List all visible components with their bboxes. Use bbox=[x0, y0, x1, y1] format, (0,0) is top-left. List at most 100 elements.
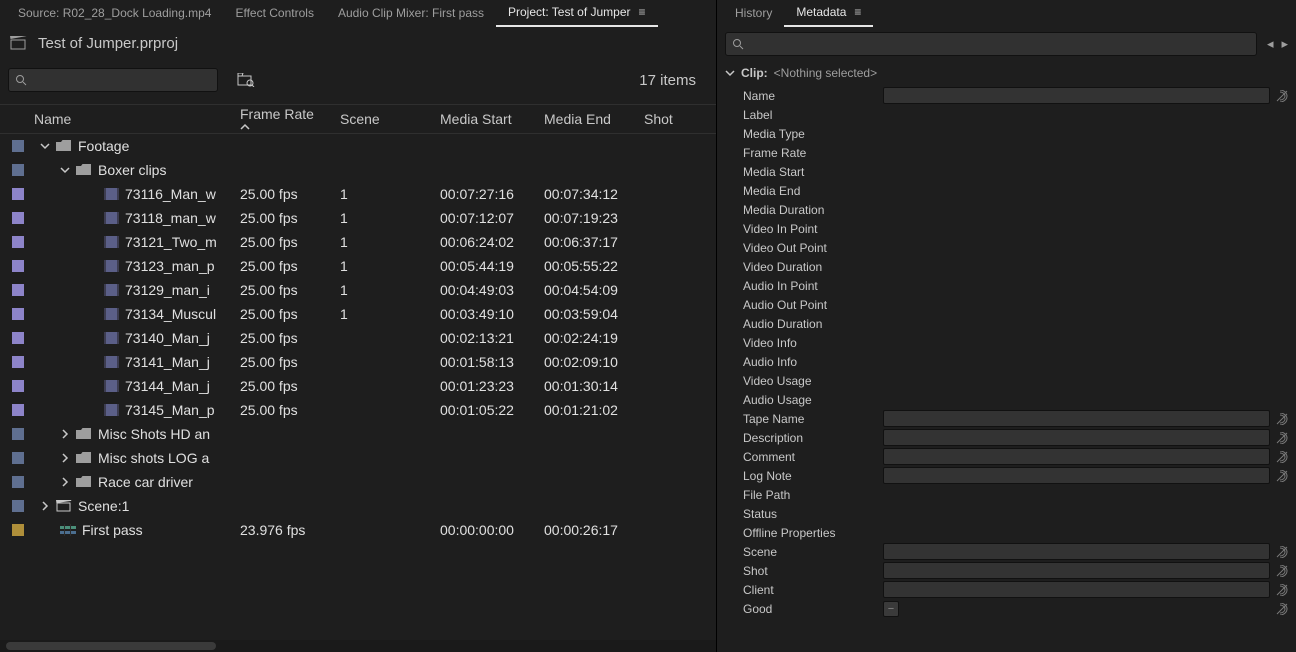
meta-input[interactable] bbox=[883, 467, 1270, 484]
col-name[interactable]: Name bbox=[30, 111, 236, 127]
clip-row[interactable]: 73129_man_i25.00 fps100:04:49:0300:04:54… bbox=[0, 278, 716, 302]
disclosure-collapsed-icon[interactable] bbox=[60, 453, 70, 463]
clip-row[interactable]: 73123_man_p25.00 fps100:05:44:1900:05:55… bbox=[0, 254, 716, 278]
cell-media-start: 00:06:24:02 bbox=[436, 234, 540, 250]
disclosure-expanded-icon[interactable] bbox=[60, 165, 70, 175]
project-tree[interactable]: FootageBoxer clips73116_Man_w25.00 fps10… bbox=[0, 134, 716, 640]
clip-section-header[interactable]: Clip: <Nothing selected> bbox=[723, 62, 1290, 84]
cell-media-end: 00:02:09:10 bbox=[540, 354, 640, 370]
project-search-input[interactable] bbox=[27, 72, 211, 88]
clip-row[interactable]: 73116_Man_w25.00 fps100:07:27:1600:07:34… bbox=[0, 182, 716, 206]
folder-row[interactable]: Race car driver bbox=[0, 470, 716, 494]
meta-input[interactable] bbox=[883, 543, 1270, 560]
col-scene[interactable]: Scene bbox=[336, 111, 436, 127]
meta-key: Frame Rate bbox=[723, 146, 881, 160]
meta-row-frame-rate: Frame Rate bbox=[723, 143, 1290, 162]
cell-framerate: 25.00 fps bbox=[236, 258, 336, 274]
meta-row-tape-name: Tape Name bbox=[723, 409, 1290, 428]
meta-key: Media Type bbox=[723, 127, 881, 141]
col-shot[interactable]: Shot bbox=[640, 111, 700, 127]
tab-effect-controls[interactable]: Effect Controls bbox=[223, 0, 325, 26]
clip-icon bbox=[104, 308, 119, 320]
meta-row-video-usage: Video Usage bbox=[723, 371, 1290, 390]
cell-framerate: 25.00 fps bbox=[236, 306, 336, 322]
tab-metadata[interactable]: Metadata≡ bbox=[784, 0, 873, 27]
label-chip bbox=[12, 452, 24, 464]
metadata-search[interactable] bbox=[725, 32, 1257, 56]
col-framerate[interactable]: Frame Rate bbox=[236, 106, 336, 132]
tab-project-test-of-jumper[interactable]: Project: Test of Jumper≡ bbox=[496, 0, 658, 27]
meta-input[interactable] bbox=[883, 429, 1270, 446]
disclosure-collapsed-icon[interactable] bbox=[60, 429, 70, 439]
cell-framerate: 23.976 fps bbox=[236, 522, 336, 538]
tab-audio-clip-mixer-first-pass[interactable]: Audio Clip Mixer: First pass bbox=[326, 0, 496, 26]
folder-row[interactable]: Misc shots LOG a bbox=[0, 446, 716, 470]
next-button[interactable]: ▸ bbox=[1281, 36, 1288, 52]
meta-key: Audio Duration bbox=[723, 317, 881, 331]
scene-row[interactable]: Scene:1 bbox=[0, 494, 716, 518]
col-media-start[interactable]: Media Start bbox=[436, 111, 540, 127]
item-name: 73134_Muscul bbox=[125, 306, 216, 322]
clip-row[interactable]: 73121_Two_m25.00 fps100:06:24:0200:06:37… bbox=[0, 230, 716, 254]
scrollbar-thumb[interactable] bbox=[6, 642, 216, 650]
folder-row[interactable]: Boxer clips bbox=[0, 158, 716, 182]
clip-row[interactable]: 73134_Muscul25.00 fps100:03:49:1000:03:5… bbox=[0, 302, 716, 326]
meta-value bbox=[883, 126, 1270, 141]
search-icon bbox=[732, 38, 744, 50]
cell-framerate: 25.00 fps bbox=[236, 378, 336, 394]
meta-row-file-path: File Path bbox=[723, 485, 1290, 504]
label-chip bbox=[12, 212, 24, 224]
item-name: 73141_Man_j bbox=[125, 354, 210, 370]
clip-row[interactable]: 73145_Man_p25.00 fps00:01:05:2200:01:21:… bbox=[0, 398, 716, 422]
tab-history[interactable]: History bbox=[723, 0, 784, 26]
horizontal-scrollbar[interactable] bbox=[0, 640, 716, 652]
meta-input[interactable] bbox=[883, 87, 1270, 104]
col-media-end[interactable]: Media End bbox=[540, 111, 640, 127]
item-name: 73140_Man_j bbox=[125, 330, 210, 346]
meta-input[interactable] bbox=[883, 562, 1270, 579]
clip-row[interactable]: 73141_Man_j25.00 fps00:01:58:1300:02:09:… bbox=[0, 350, 716, 374]
panel-menu-icon[interactable]: ≡ bbox=[639, 5, 646, 19]
seq-icon bbox=[60, 524, 76, 536]
meta-input[interactable] bbox=[883, 410, 1270, 427]
meta-value bbox=[883, 164, 1270, 179]
cell-scene: 1 bbox=[336, 258, 436, 274]
meta-input[interactable] bbox=[883, 448, 1270, 465]
new-search-bin-button[interactable] bbox=[236, 70, 256, 90]
project-search[interactable] bbox=[8, 68, 218, 92]
disclosure-expanded-icon[interactable] bbox=[40, 141, 50, 151]
item-name: 73145_Man_p bbox=[125, 402, 215, 418]
meta-row-audio-duration: Audio Duration bbox=[723, 314, 1290, 333]
clip-row[interactable]: 73144_Man_j25.00 fps00:01:23:2300:01:30:… bbox=[0, 374, 716, 398]
panel-menu-icon[interactable]: ≡ bbox=[854, 5, 861, 19]
clip-row[interactable]: 73140_Man_j25.00 fps00:02:13:2100:02:24:… bbox=[0, 326, 716, 350]
cell-scene: 1 bbox=[336, 234, 436, 250]
prev-button[interactable]: ◂ bbox=[1267, 36, 1274, 52]
label-chip bbox=[12, 524, 24, 536]
meta-checkbox[interactable]: − bbox=[883, 601, 899, 617]
label-chip bbox=[12, 164, 24, 176]
tab-source-r02-28-dock-loading-mp4[interactable]: Source: R02_28_Dock Loading.mp4 bbox=[6, 0, 223, 26]
meta-row-audio-in-point: Audio In Point bbox=[723, 276, 1290, 295]
meta-key: Video Duration bbox=[723, 260, 881, 274]
meta-key: Video Info bbox=[723, 336, 881, 350]
meta-key: Audio Info bbox=[723, 355, 881, 369]
sequence-row[interactable]: First pass23.976 fps00:00:00:0000:00:26:… bbox=[0, 518, 716, 542]
meta-input[interactable] bbox=[883, 581, 1270, 598]
meta-key: Audio In Point bbox=[723, 279, 881, 293]
folder-row[interactable]: Misc Shots HD an bbox=[0, 422, 716, 446]
cell-media-end: 00:01:21:02 bbox=[540, 402, 640, 418]
clip-row[interactable]: 73118_man_w25.00 fps100:07:12:0700:07:19… bbox=[0, 206, 716, 230]
label-chip bbox=[12, 332, 24, 344]
disclosure-collapsed-icon[interactable] bbox=[60, 477, 70, 487]
meta-row-name: Name bbox=[723, 86, 1290, 105]
meta-value bbox=[883, 259, 1270, 274]
meta-value bbox=[883, 487, 1270, 502]
meta-row-offline-properties: Offline Properties bbox=[723, 523, 1290, 542]
metadata-search-input[interactable] bbox=[744, 36, 1250, 52]
disclosure-collapsed-icon[interactable] bbox=[40, 501, 50, 511]
label-chip bbox=[12, 284, 24, 296]
item-name: Race car driver bbox=[98, 474, 193, 490]
folder-icon bbox=[76, 164, 92, 176]
folder-row[interactable]: Footage bbox=[0, 134, 716, 158]
